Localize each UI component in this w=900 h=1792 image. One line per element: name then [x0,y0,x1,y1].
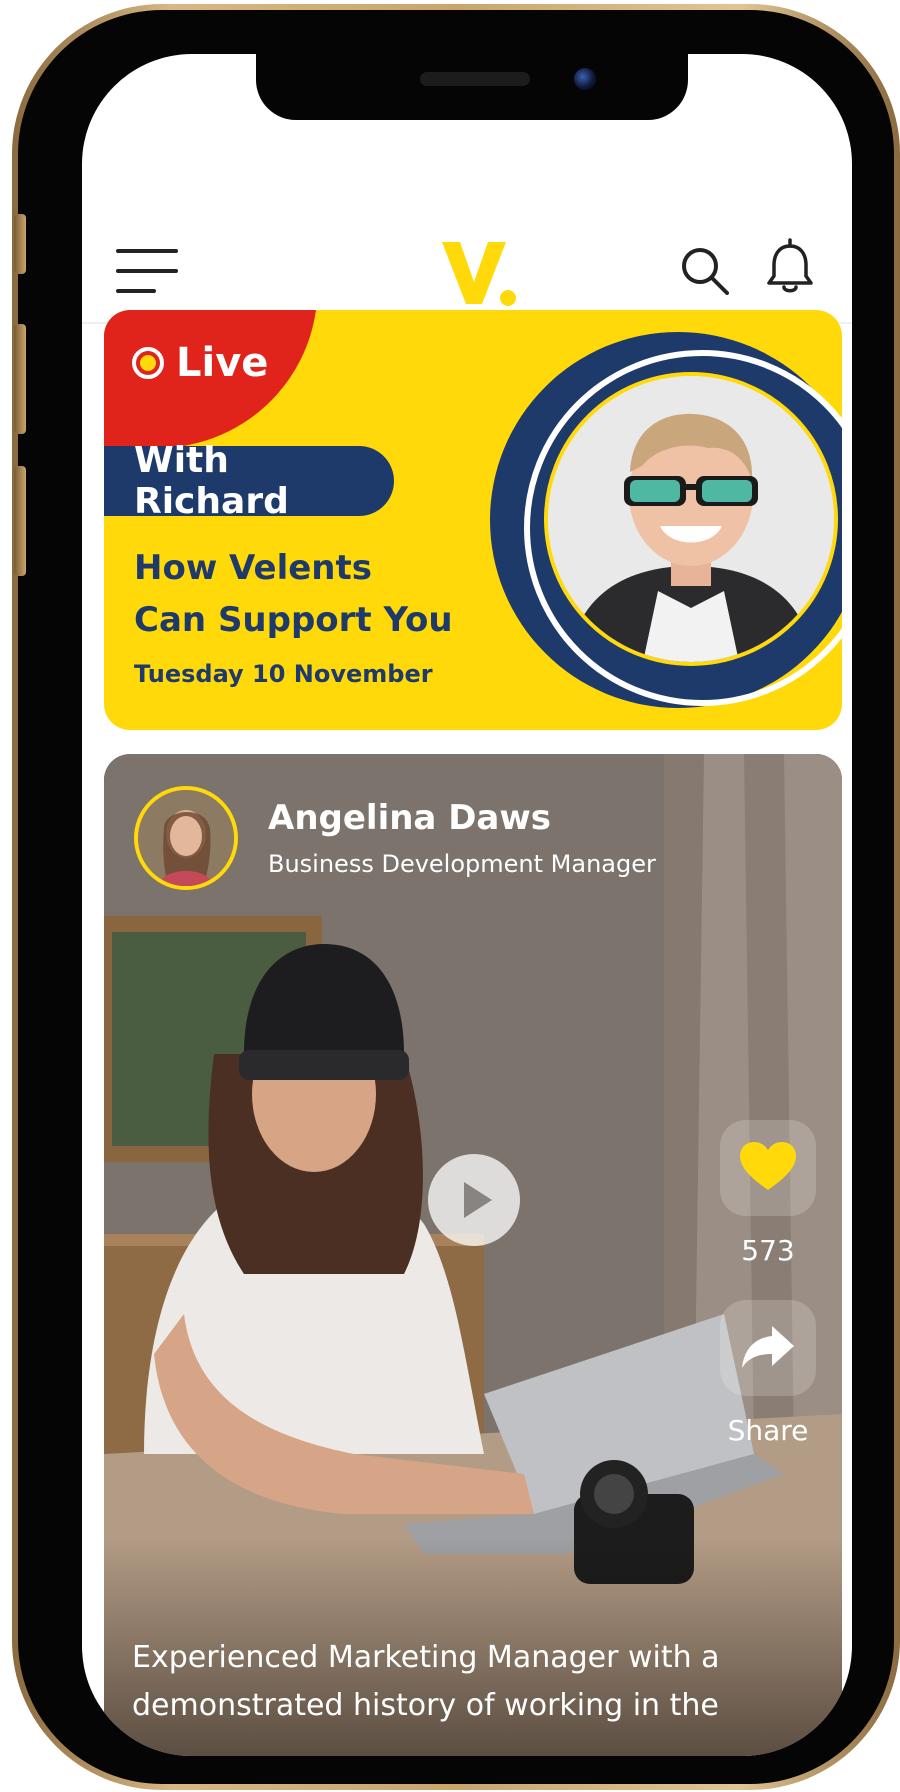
host-portrait-image [548,376,834,662]
share-button[interactable] [720,1300,816,1396]
app-screen: Live With Richard How Velents Can Suppor… [82,54,852,1756]
live-badge: Live [132,340,268,386]
live-session-date: Tuesday 10 November [134,660,433,688]
app-header [82,174,852,324]
velents-logo[interactable] [440,232,520,312]
author-role: Business Development Manager [268,850,656,878]
share-label: Share [727,1414,809,1447]
live-title-line-1: How Velents [134,548,372,588]
host-label: With Richard [134,440,289,522]
live-badge-label: Live [176,340,269,386]
author-avatar[interactable] [134,786,238,890]
play-icon [464,1182,492,1218]
post-description: Experienced Marketing Manager with a dem… [132,1640,720,1723]
menu-icon[interactable] [116,249,178,295]
heart-icon [740,1142,796,1190]
author-portrait-image [138,790,234,886]
bell-icon[interactable] [766,238,814,296]
live-indicator-icon [132,347,164,379]
front-camera [574,68,596,90]
like-count: 573 [741,1234,795,1267]
host-avatar[interactable] [544,372,838,666]
author-name[interactable]: Angelina Daws [268,798,551,838]
speaker [420,72,530,86]
volume-down-button [14,466,26,576]
volume-up-button [14,324,26,434]
like-button[interactable] [720,1120,816,1216]
play-button[interactable] [428,1154,520,1246]
mute-switch [14,214,26,274]
phone-frame: Live With Richard How Velents Can Suppor… [12,4,900,1790]
search-icon[interactable] [678,244,730,296]
notch [256,54,688,120]
live-title-line-2: Can Support You [134,600,453,640]
live-session-title: How Velents Can Support You [134,542,534,646]
video-post-card[interactable]: Angelina Daws Business Development Manag… [104,754,842,1756]
live-session-card[interactable]: Live With Richard How Velents Can Suppor… [104,310,842,730]
host-pill: With Richard [104,440,394,522]
share-icon [742,1326,794,1368]
